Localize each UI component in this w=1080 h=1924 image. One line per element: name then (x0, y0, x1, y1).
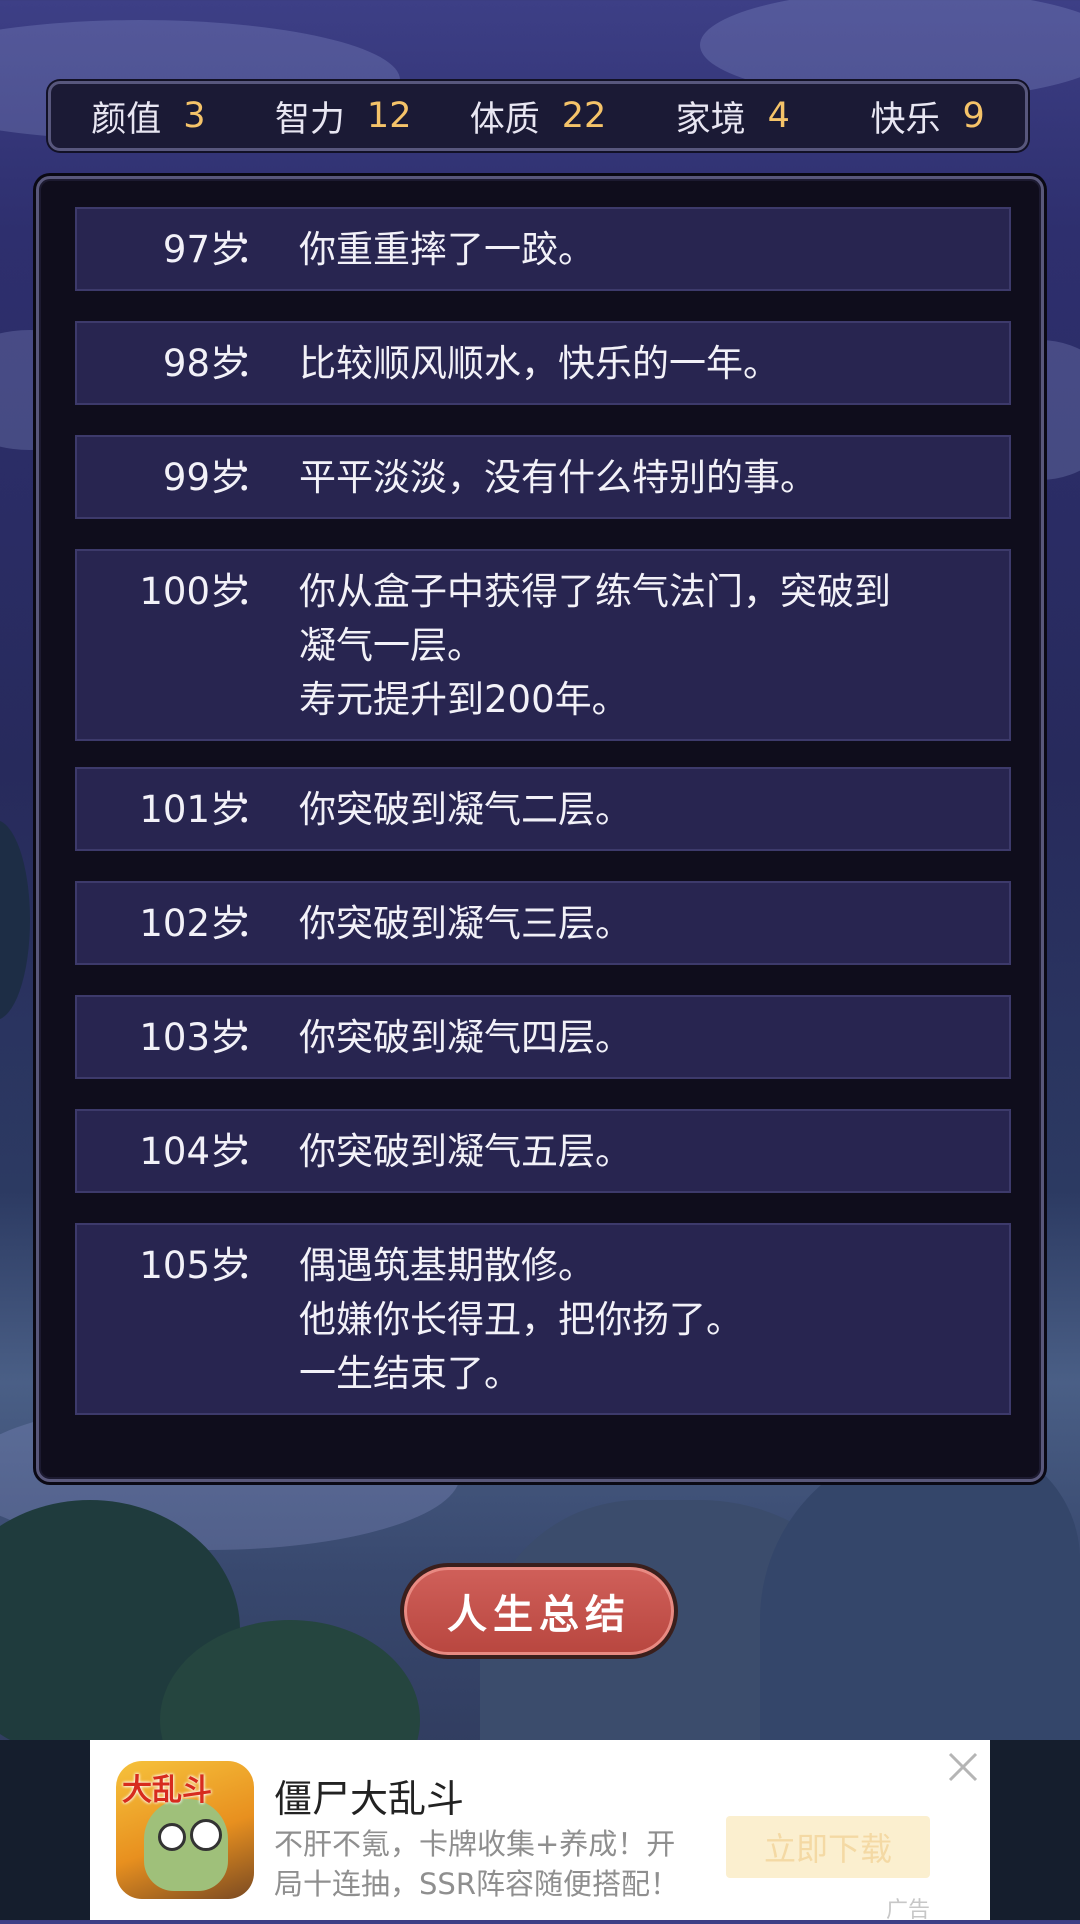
event-age-colon: ： (235, 342, 272, 385)
event-age-colon: ： (235, 570, 272, 613)
life-event-entry: 103岁： 你突破到凝气四层。 (75, 995, 1011, 1079)
event-age: 101岁 (139, 788, 247, 831)
event-age: 100岁 (139, 570, 247, 613)
ad-label: 广告 (886, 1898, 931, 1923)
attribute-bar: 颜值 3 智力 12 体质 22 家境 4 快乐 9 (48, 81, 1028, 151)
event-age-colon: ： (235, 456, 272, 499)
life-event-entry: 101岁： 你突破到凝气二层。 (75, 767, 1011, 851)
event-description: 你重重摔了一跤。 (299, 223, 979, 277)
stat-label: 家境 (675, 99, 746, 140)
event-description: 你突破到凝气三层。 (299, 897, 979, 951)
life-event-entry: 102岁： 你突破到凝气三层。 (75, 881, 1011, 965)
event-age: 99岁 (162, 456, 247, 499)
life-log-panel: 97岁：你重重摔了一跤。 98岁：比较顺风顺水，快乐的一年。 99岁：平平淡淡，没有… (36, 176, 1044, 1482)
life-summary-button[interactable]: 人生总结 (400, 1563, 678, 1659)
stat-item: 体质 22 (441, 91, 636, 142)
event-line: 凝气一层。 (299, 624, 484, 667)
event-age-colon: ： (235, 788, 272, 831)
event-description: 比较顺风顺水，快乐的一年。 (299, 337, 979, 391)
ad-title: 僵尸大乱斗 (274, 1777, 465, 1821)
event-line: 平平淡淡，没有什么特别的事。 (299, 456, 817, 499)
event-age: 105岁 (139, 1244, 247, 1287)
event-description: 平平淡淡，没有什么特别的事。 (299, 451, 979, 505)
event-line: 你从盒子中获得了练气法门，突破到 (299, 570, 891, 613)
event-line: 你重重摔了一跤。 (299, 228, 595, 271)
event-age-colon: ： (235, 1130, 272, 1173)
event-description: 偶遇筑基期散修。他嫌你长得丑，把你扬了。 一生结束了。 (299, 1239, 979, 1401)
download-now-button[interactable]: 立即下载 (726, 1816, 930, 1878)
event-age-colon: ： (235, 902, 272, 945)
stat-value: 22 (561, 96, 607, 136)
stat-item: 智力 12 (246, 91, 441, 142)
event-age: 104岁 (139, 1130, 247, 1173)
event-line: 寿元提升到200年。 (299, 678, 629, 721)
event-age: 97岁 (162, 228, 247, 271)
event-line: 他嫌你长得丑，把你扬了。 (299, 1298, 743, 1341)
stat-label: 体质 (469, 99, 540, 140)
event-line: 你突破到凝气三层。 (299, 902, 632, 945)
event-line: 你突破到凝气四层。 (299, 1016, 632, 1059)
close-icon[interactable] (946, 1750, 980, 1784)
event-description: 你突破到凝气五层。 (299, 1125, 979, 1179)
event-line: 你突破到凝气五层。 (299, 1130, 632, 1173)
life-event-entry: 97岁： 你重重摔了一跤。 (75, 207, 1011, 291)
event-description: 你从盒子中获得了练气法门，突破到 凝气一层。寿元提升到200年。 (299, 565, 979, 727)
event-line: 一生结束了。 (299, 1352, 521, 1395)
event-age: 98岁 (162, 342, 247, 385)
event-line: 比较顺风顺水，快乐的一年。 (299, 342, 780, 385)
life-event-entry: 99岁： 平平淡淡，没有什么特别的事。 (75, 435, 1011, 519)
stat-value: 4 (767, 96, 790, 136)
event-description: 你突破到凝气二层。 (299, 783, 979, 837)
stat-value: 3 (183, 96, 206, 136)
life-event-entry: 105岁： 偶遇筑基期散修。他嫌你长得丑，把你扬了。 一生结束了。 (75, 1223, 1011, 1415)
stat-label: 智力 (274, 99, 345, 140)
stat-value: 12 (366, 96, 412, 136)
event-line: 你突破到凝气二层。 (299, 788, 632, 831)
ad-banner[interactable]: 大乱斗 僵尸大乱斗 不肝不氪，卡牌收集+养成！开局十连抽，SSR阵容随便搭配！ … (90, 1740, 990, 1923)
stat-value: 9 (962, 96, 985, 136)
life-event-entry: 104岁： 你突破到凝气五层。 (75, 1109, 1011, 1193)
life-event-entry: 98岁： 比较顺风顺水，快乐的一年。 (75, 321, 1011, 405)
event-age-colon: ： (235, 228, 272, 271)
stat-label: 颜值 (91, 99, 162, 140)
event-age-colon: ： (235, 1244, 272, 1287)
stat-item: 颜值 3 (51, 91, 246, 142)
game-app-icon[interactable]: 大乱斗 (116, 1761, 254, 1899)
stat-item: 家境 4 (635, 91, 830, 142)
app-icon-logo-text: 大乱斗 (122, 1773, 212, 1808)
ad-description: 不肝不氪，卡牌收集+养成！开局十连抽，SSR阵容随便搭配！ (274, 1827, 679, 1901)
stat-label: 快乐 (870, 99, 941, 140)
stat-item: 快乐 9 (830, 91, 1025, 142)
event-age-colon: ： (235, 1016, 272, 1059)
life-event-entry: 100岁： 你从盒子中获得了练气法门，突破到 凝气一层。寿元提升到200年。 (75, 549, 1011, 741)
event-line: 偶遇筑基期散修。 (299, 1244, 595, 1287)
event-age: 103岁 (139, 1016, 247, 1059)
event-age: 102岁 (139, 902, 247, 945)
event-description: 你突破到凝气四层。 (299, 1011, 979, 1065)
